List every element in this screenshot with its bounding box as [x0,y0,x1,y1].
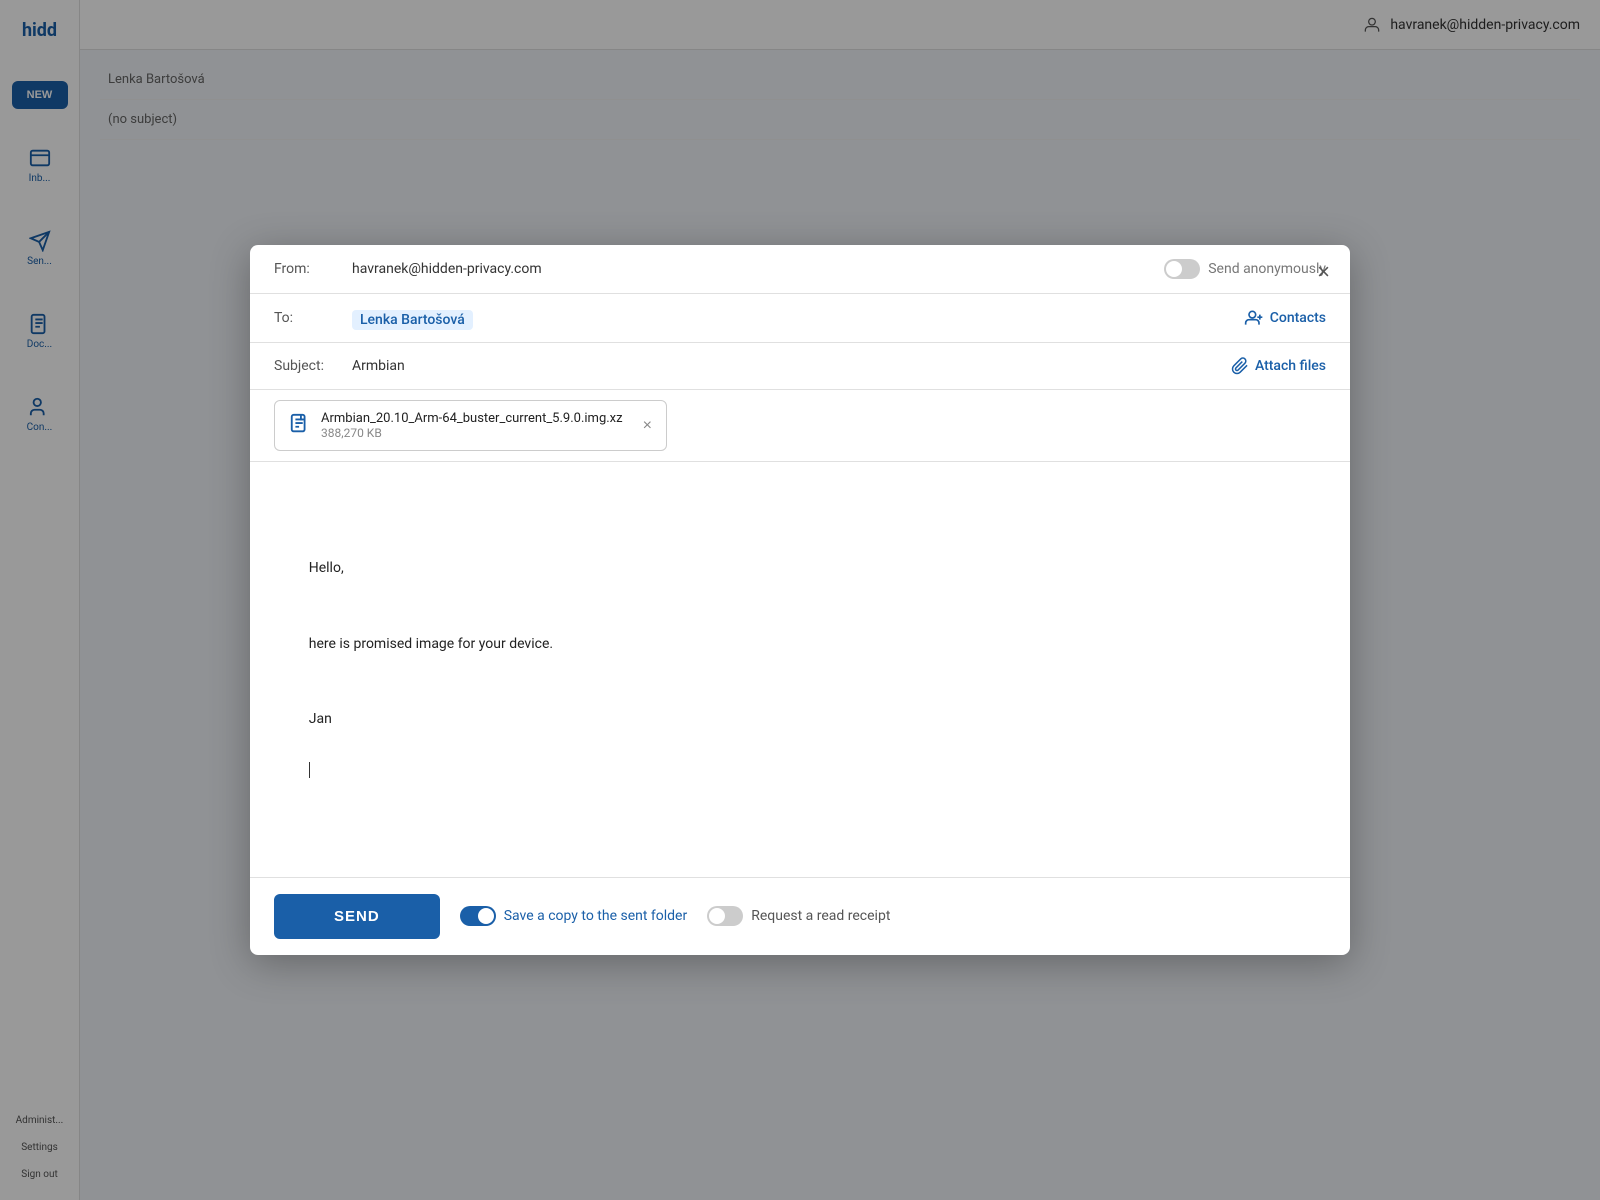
attach-files-button[interactable]: Attach files [1231,357,1326,375]
compose-modal: × From: havranek@hidden-privacy.com Send… [250,245,1350,955]
save-copy-label: Save a copy to the sent folder [504,908,688,924]
contacts-button[interactable]: Contacts [1244,308,1326,328]
read-receipt-label: Request a read receipt [751,908,890,924]
send-anonymously-label: Send anonymously [1208,261,1326,277]
to-label: To: [274,310,344,326]
compose-body-text: Hello, here is promised image for your d… [274,531,1326,808]
attachment-info: Armbian_20.10_Arm-64_buster_current_5.9.… [321,411,623,440]
from-row: From: havranek@hidden-privacy.com Send a… [250,245,1350,294]
attachment-file-icon [289,413,311,439]
attachment-remove-button[interactable]: × [643,417,652,435]
attachment-chip: Armbian_20.10_Arm-64_buster_current_5.9.… [274,400,667,451]
attachment-name: Armbian_20.10_Arm-64_buster_current_5.9.… [321,411,623,426]
close-button[interactable]: × [1317,261,1330,283]
text-cursor [309,762,310,778]
from-value: havranek@hidden-privacy.com [352,261,1156,277]
modal-body: From: havranek@hidden-privacy.com Send a… [250,245,1350,877]
read-receipt-option[interactable]: Request a read receipt [707,906,890,926]
subject-value[interactable]: Armbian [352,358,1223,374]
attachment-area: Armbian_20.10_Arm-64_buster_current_5.9.… [250,390,1350,462]
save-copy-option[interactable]: Save a copy to the sent folder [460,906,688,926]
subject-label: Subject: [274,358,344,374]
send-anonymously-toggle[interactable] [1164,259,1200,279]
read-receipt-toggle[interactable] [707,906,743,926]
recipient-chip[interactable]: Lenka Bartošová [352,310,473,330]
send-button[interactable]: SEND [274,894,440,939]
to-row: To: Lenka Bartošová Contacts [250,294,1350,343]
compose-body[interactable]: Hello, here is promised image for your d… [250,462,1350,877]
subject-row: Subject: Armbian Attach files [250,343,1350,390]
save-copy-toggle[interactable] [460,906,496,926]
send-anonymously-toggle-area[interactable]: Send anonymously [1164,259,1326,279]
modal-overlay: × From: havranek@hidden-privacy.com Send… [0,0,1600,1200]
from-label: From: [274,261,344,277]
to-recipients: Lenka Bartošová [352,309,1236,328]
attachment-size: 388,270 KB [321,426,623,440]
modal-footer: SEND Save a copy to the sent folder Requ… [250,877,1350,955]
contacts-label: Contacts [1270,310,1326,326]
attach-files-label: Attach files [1255,358,1326,374]
